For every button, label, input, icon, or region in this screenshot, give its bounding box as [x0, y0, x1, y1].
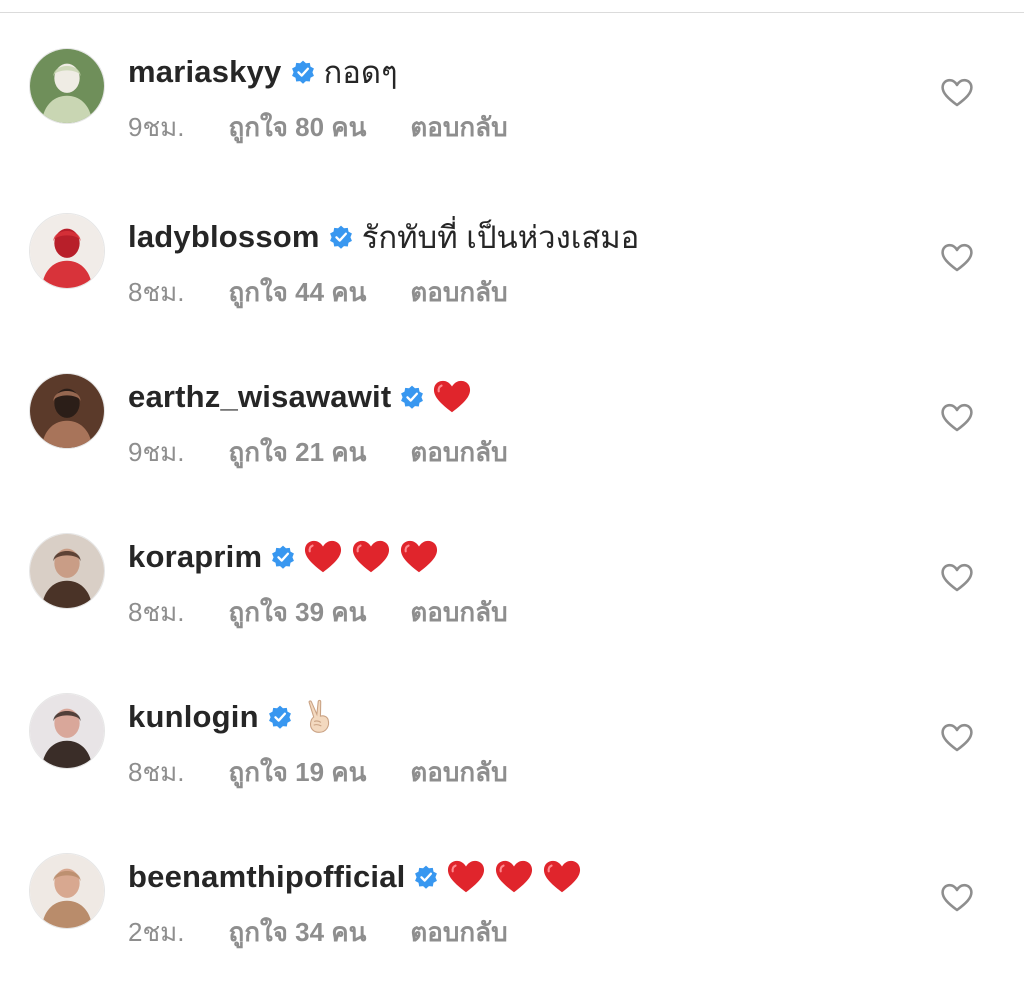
verified-badge-icon — [328, 224, 354, 250]
comment-meta: 2ชม. ถูกใจ 34 คน ตอบกลับ — [128, 912, 508, 952]
verified-badge-icon — [399, 384, 425, 410]
like-heart-icon[interactable] — [941, 563, 973, 593]
like-heart-icon[interactable] — [941, 723, 973, 753]
avatar[interactable] — [29, 693, 105, 769]
avatar[interactable] — [29, 533, 105, 609]
red-heart-emoji — [495, 859, 533, 895]
comment-time: 9ชม. — [128, 111, 185, 142]
username-link[interactable]: kunlogin — [128, 699, 259, 735]
username-link[interactable]: koraprim — [128, 539, 262, 575]
like-count-button[interactable]: ถูกใจ 21 คน — [228, 432, 366, 473]
like-heart-icon[interactable] — [941, 78, 973, 108]
comment-header: beenamthipofficial — [128, 855, 591, 899]
verified-badge-icon — [413, 864, 439, 890]
avatar[interactable] — [29, 373, 105, 449]
like-heart-icon[interactable] — [941, 403, 973, 433]
like-heart-icon[interactable] — [941, 883, 973, 913]
reply-button[interactable]: ตอบกลับ — [410, 272, 507, 313]
red-heart-emoji — [433, 379, 471, 415]
like-count-button[interactable]: ถูกใจ 44 คน — [228, 272, 366, 313]
comment-text: กอดๆ — [323, 55, 398, 90]
comment-time: 8ชม. — [128, 596, 185, 627]
comment-header: kunlogin — [128, 695, 349, 739]
red-heart-emoji — [543, 859, 581, 895]
like-count-button[interactable]: ถูกใจ 39 คน — [228, 592, 366, 633]
red-heart-emoji — [352, 539, 390, 575]
username-link[interactable]: earthz_wisawawit — [128, 379, 391, 415]
username-link[interactable]: beenamthipofficial — [128, 859, 405, 895]
verified-badge-icon — [267, 704, 293, 730]
comment-time: 8ชม. — [128, 756, 185, 787]
reply-button[interactable]: ตอบกลับ — [410, 592, 507, 633]
username-link[interactable]: mariaskyy — [128, 54, 282, 90]
avatar[interactable] — [29, 853, 105, 929]
reply-button[interactable]: ตอบกลับ — [410, 912, 507, 953]
comment-time: 2ชม. — [128, 916, 185, 947]
comment-row: beenamthipofficial 2ชม. ถูกใจ 34 คน ตอบกลับ — [0, 805, 1024, 965]
comment-text: รักทับที่ เป็นห่วงเสมอ — [361, 220, 640, 255]
red-heart-emoji — [447, 859, 485, 895]
comment-row: kunlogin 8ชม. ถูกใจ 19 คน ตอบกลับ — [0, 645, 1024, 805]
verified-badge-icon — [290, 59, 316, 85]
comment-meta: 9ชม. ถูกใจ 21 คน ตอบกลับ — [128, 432, 508, 472]
red-heart-emoji — [400, 539, 438, 575]
reply-button[interactable]: ตอบกลับ — [410, 432, 507, 473]
username-link[interactable]: ladyblossom — [128, 219, 320, 255]
comment-row: ladyblossom รักทับที่ เป็นห่วงเสมอ 8ชม. ถูก… — [0, 165, 1024, 325]
like-count-button[interactable]: ถูกใจ 80 คน — [228, 107, 366, 148]
reply-button[interactable]: ตอบกลับ — [410, 107, 507, 148]
comment-time: 9ชม. — [128, 436, 185, 467]
comment-row: earthz_wisawawit 9ชม. ถูกใจ 21 คน ตอบกลับ — [0, 325, 1024, 485]
reply-button[interactable]: ตอบกลับ — [410, 752, 507, 793]
comment-meta: 8ชม. ถูกใจ 39 คน ตอบกลับ — [128, 592, 508, 632]
like-count-button[interactable]: ถูกใจ 19 คน — [228, 752, 366, 793]
comment-meta: 9ชม. ถูกใจ 80 คน ตอบกลับ — [128, 107, 508, 147]
verified-badge-icon — [270, 544, 296, 570]
avatar[interactable] — [29, 48, 105, 124]
comment-time: 8ชม. — [128, 276, 185, 307]
comment-header: koraprim — [128, 535, 448, 579]
comment-row: mariaskyy กอดๆ 9ชม. ถูกใจ 80 คน ตอบกลับ — [0, 0, 1024, 160]
comment-meta: 8ชม. ถูกใจ 44 คน ตอบกลับ — [128, 272, 508, 312]
like-count-button[interactable]: ถูกใจ 34 คน — [228, 912, 366, 953]
comment-header: ladyblossom รักทับที่ เป็นห่วงเสมอ — [128, 215, 639, 259]
comment-meta: 8ชม. ถูกใจ 19 คน ตอบกลับ — [128, 752, 508, 792]
comment-row: koraprim 8ชม. ถูกใจ 39 คน ตอบกลับ — [0, 485, 1024, 645]
red-heart-emoji — [304, 539, 342, 575]
comment-header: mariaskyy กอดๆ — [128, 50, 398, 94]
like-heart-icon[interactable] — [941, 243, 973, 273]
victory-hand-emoji — [301, 699, 339, 735]
avatar[interactable] — [29, 213, 105, 289]
comment-header: earthz_wisawawit — [128, 375, 481, 419]
